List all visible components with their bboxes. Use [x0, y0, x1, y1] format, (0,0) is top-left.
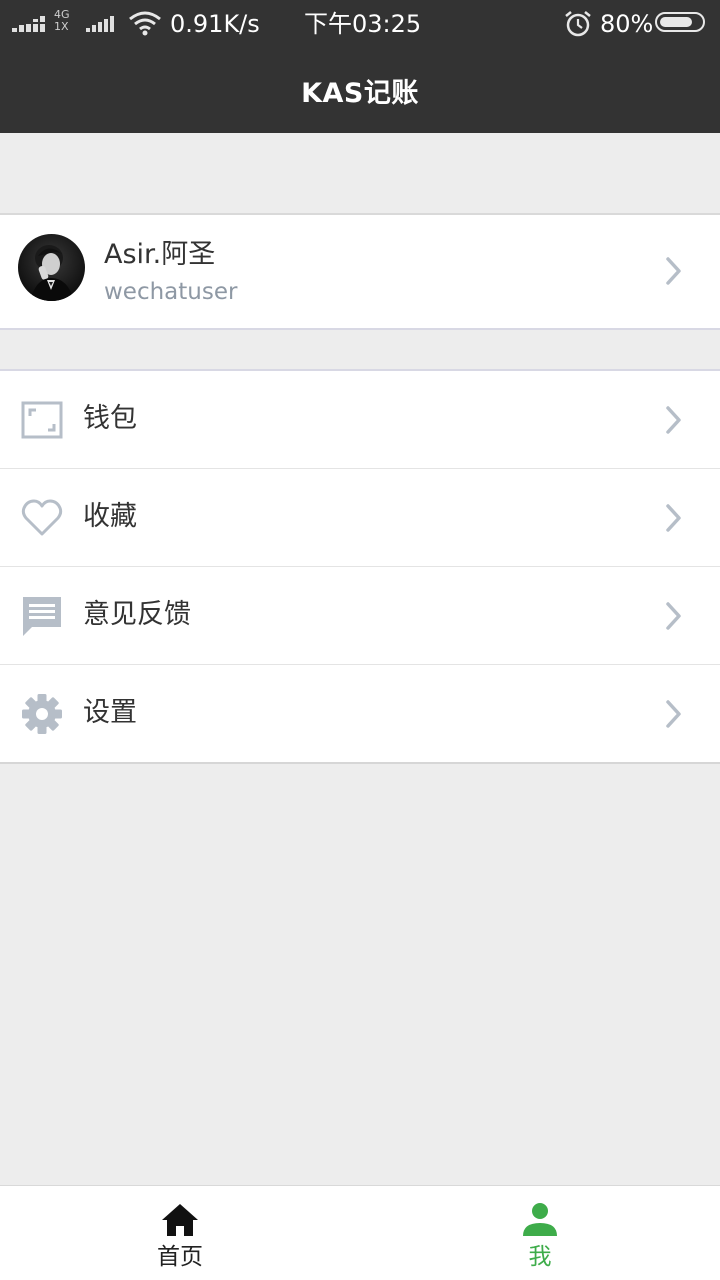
app-title-bar: KAS记账 [0, 48, 720, 133]
person-icon [523, 1203, 557, 1236]
chevron-right-icon [666, 406, 681, 434]
feedback-icon [23, 597, 61, 636]
wifi-icon [129, 11, 161, 36]
profile-username: wechatuser [104, 279, 238, 305]
menu-label-favorites: 收藏 [83, 501, 137, 532]
page-title: KAS记账 [301, 78, 419, 109]
chevron-right-icon [666, 602, 681, 630]
wallet-icon [21, 401, 63, 439]
avatar [18, 234, 85, 301]
alarm-icon [565, 11, 591, 37]
menu-item-settings[interactable]: 设置 [0, 665, 720, 762]
app-screen: 4G 1X 0.91K/s 下午03:25 80% KAS记账 Asir.阿圣 … [0, 0, 720, 1280]
chevron-right-icon [666, 257, 681, 285]
signal-bars-icon [86, 16, 114, 32]
bottom-tab-bar: 首页 我 [0, 1185, 720, 1280]
tab-label-me: 我 [528, 1244, 552, 1270]
profile-card[interactable]: Asir.阿圣 wechatuser [0, 213, 720, 330]
status-bar: 4G 1X 0.91K/s 下午03:25 80% [0, 0, 720, 48]
menu-label-feedback: 意见反馈 [83, 599, 191, 630]
menu-item-favorites[interactable]: 收藏 [0, 469, 720, 567]
chevron-right-icon [666, 700, 681, 728]
tab-label-home: 首页 [157, 1244, 203, 1270]
home-icon [162, 1204, 198, 1236]
gear-icon [22, 694, 62, 734]
network-speed: 0.91K/s [170, 10, 260, 38]
heart-icon [21, 499, 63, 536]
menu-list: 钱包 收藏 意见反馈 设置 [0, 369, 720, 764]
menu-item-wallet[interactable]: 钱包 [0, 371, 720, 469]
clock: 下午03:25 [304, 10, 422, 38]
tab-home[interactable]: 首页 [0, 1186, 360, 1280]
network-type: 4G 1X [54, 8, 70, 33]
chevron-right-icon [666, 504, 681, 532]
signal-strength-icon [12, 16, 45, 32]
menu-item-feedback[interactable]: 意见反馈 [0, 567, 720, 665]
tab-me[interactable]: 我 [360, 1186, 720, 1280]
profile-name: Asir.阿圣 [104, 239, 216, 270]
battery-icon [655, 12, 705, 32]
menu-label-settings: 设置 [83, 697, 137, 728]
battery-percent: 80% [600, 10, 654, 38]
menu-label-wallet: 钱包 [83, 403, 137, 434]
